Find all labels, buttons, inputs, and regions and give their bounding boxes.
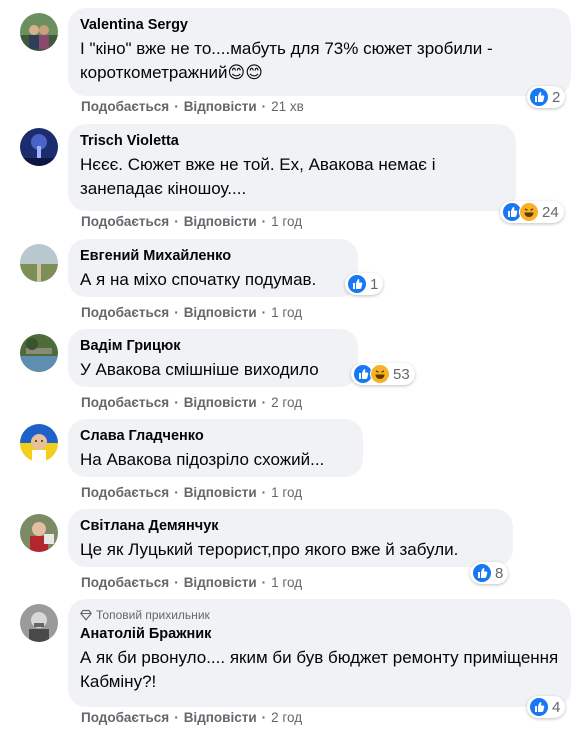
- separator: ·: [174, 395, 179, 410]
- comment-timestamp[interactable]: 1 год: [271, 305, 302, 320]
- comment-timestamp[interactable]: 1 год: [271, 214, 302, 229]
- like-button[interactable]: Подобається: [81, 710, 169, 725]
- comment-author[interactable]: Вадім Грицюк: [80, 337, 346, 356]
- comment-actions: Подобається · Відповісти · 1 год: [81, 485, 302, 500]
- badge-label: Топовий прихильник: [96, 608, 210, 622]
- avatar[interactable]: [20, 424, 58, 462]
- comment-bubble: Вадім Грицюк У Авакова смішніше виходило: [68, 329, 358, 387]
- diamond-icon: [80, 609, 92, 621]
- separator: ·: [261, 395, 267, 410]
- reaction-summary[interactable]: 4: [527, 696, 566, 718]
- reaction-count: 53: [393, 365, 410, 383]
- comment-timestamp[interactable]: 1 год: [271, 575, 302, 590]
- comment-author[interactable]: Valentina Sergy: [80, 16, 559, 35]
- separator: ·: [261, 214, 267, 229]
- like-reaction-icon: [529, 697, 549, 717]
- like-button[interactable]: Подобається: [81, 395, 169, 410]
- avatar[interactable]: [20, 514, 58, 552]
- comment-text: Нєєє. Сюжет вже не той. Ех, Авакова нема…: [80, 155, 441, 198]
- avatar[interactable]: [20, 128, 58, 166]
- comment-text: А як би рвонуло.... яким би був бюджет р…: [80, 648, 563, 691]
- comment-author[interactable]: Евгений Михайленко: [80, 247, 346, 266]
- comment-actions: Подобається · Відповісти · 2 год: [81, 710, 302, 725]
- haha-reaction-icon: [519, 202, 539, 222]
- comment-bubble: Топовий прихильник Анатолій Бражник А як…: [68, 599, 571, 707]
- comment-bubble: Valentina Sergy І "кіно" вже не то....ма…: [68, 8, 571, 96]
- reaction-count: 4: [552, 698, 561, 716]
- like-reaction-icon: [347, 274, 367, 294]
- separator: ·: [261, 710, 267, 725]
- reaction-count: 2: [552, 88, 561, 106]
- like-button[interactable]: Подобається: [81, 214, 169, 229]
- reaction-summary[interactable]: 8: [470, 562, 509, 584]
- comment-text: У Авакова смішніше виходило: [80, 360, 319, 379]
- reply-button[interactable]: Відповісти: [184, 710, 257, 725]
- comment-bubble: Слава Гладченко На Авакова підозріло схо…: [68, 419, 363, 477]
- reaction-summary[interactable]: 2: [527, 86, 566, 108]
- comment-author[interactable]: Світлана Демянчук: [80, 517, 501, 536]
- haha-reaction-icon: [370, 364, 390, 384]
- like-button[interactable]: Подобається: [81, 99, 169, 114]
- like-button[interactable]: Подобається: [81, 305, 169, 320]
- like-reaction-icon: [472, 563, 492, 583]
- separator: ·: [261, 575, 267, 590]
- comment-actions: Подобається · Відповісти · 2 год: [81, 395, 302, 410]
- comment-actions: Подобається · Відповісти · 1 год: [81, 575, 302, 590]
- reply-button[interactable]: Відповісти: [184, 305, 257, 320]
- like-button[interactable]: Подобається: [81, 575, 169, 590]
- reply-button[interactable]: Відповісти: [184, 214, 257, 229]
- comment-timestamp[interactable]: 2 год: [271, 395, 302, 410]
- separator: ·: [174, 575, 179, 590]
- reply-button[interactable]: Відповісти: [184, 575, 257, 590]
- comment-text: І "кіно" вже не то....мабуть для 73% сюж…: [80, 39, 498, 82]
- separator: ·: [261, 305, 267, 320]
- like-button[interactable]: Подобається: [81, 485, 169, 500]
- separator: ·: [174, 710, 179, 725]
- separator: ·: [174, 485, 179, 500]
- avatar[interactable]: [20, 334, 58, 372]
- comment-text: А я на міхо спочатку подумав.: [80, 270, 317, 289]
- like-reaction-icon: [529, 87, 549, 107]
- comment-text: Це як Луцький терорист,про якого вже й з…: [80, 540, 459, 559]
- comment-bubble: Світлана Демянчук Це як Луцький терорист…: [68, 509, 513, 567]
- top-fan-badge: Топовий прихильник: [80, 607, 559, 623]
- comment-timestamp[interactable]: 1 год: [271, 485, 302, 500]
- avatar[interactable]: [20, 244, 58, 282]
- separator: ·: [174, 99, 179, 114]
- comment-actions: Подобається · Відповісти · 21 хв: [81, 99, 304, 114]
- comment-text: На Авакова підозріло схожий...: [80, 450, 325, 469]
- comment-bubble: Евгений Михайленко А я на міхо спочатку …: [68, 239, 358, 297]
- reaction-count: 24: [542, 203, 559, 221]
- reaction-summary[interactable]: 53: [351, 363, 415, 385]
- reaction-summary[interactable]: 24: [500, 201, 564, 223]
- reply-button[interactable]: Відповісти: [184, 395, 257, 410]
- comment-actions: Подобається · Відповісти · 1 год: [81, 305, 302, 320]
- separator: ·: [174, 305, 179, 320]
- avatar[interactable]: [20, 604, 58, 642]
- separator: ·: [174, 214, 179, 229]
- comment-author[interactable]: Анатолій Бражник: [80, 625, 559, 644]
- avatar[interactable]: [20, 13, 58, 51]
- separator: ·: [261, 99, 267, 114]
- reply-button[interactable]: Відповісти: [184, 485, 257, 500]
- comment-bubble: Trisch Violetta Нєєє. Сюжет вже не той. …: [68, 124, 516, 211]
- reaction-count: 8: [495, 564, 504, 582]
- comment-author[interactable]: Trisch Violetta: [80, 132, 504, 151]
- separator: ·: [261, 485, 267, 500]
- reply-button[interactable]: Відповісти: [184, 99, 257, 114]
- comment-timestamp[interactable]: 21 хв: [271, 99, 304, 114]
- comment-timestamp[interactable]: 2 год: [271, 710, 302, 725]
- reaction-summary[interactable]: 1: [345, 273, 384, 295]
- comment-actions: Подобається · Відповісти · 1 год: [81, 214, 302, 229]
- reaction-count: 1: [370, 275, 379, 293]
- comment-author[interactable]: Слава Гладченко: [80, 427, 351, 446]
